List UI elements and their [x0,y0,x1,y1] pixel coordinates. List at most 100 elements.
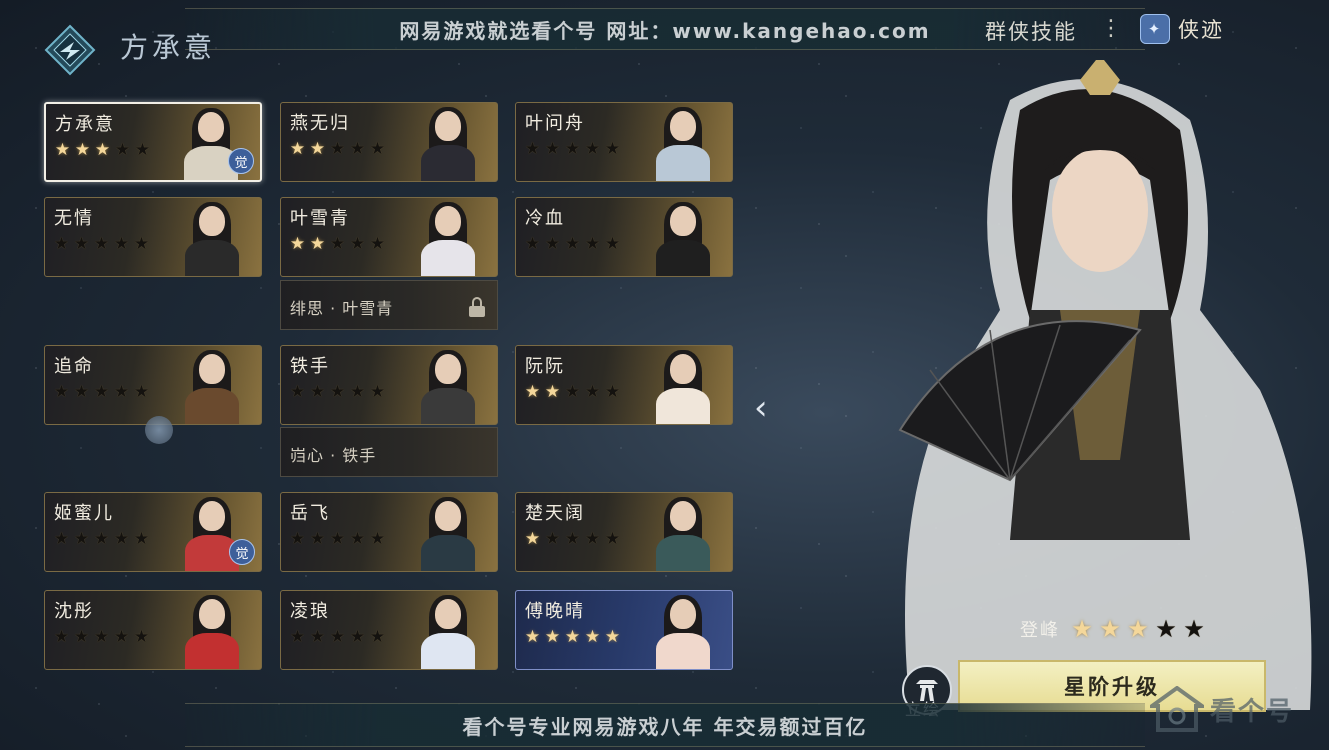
star-empty-icon: ★ [53,234,70,254]
star-empty-icon: ★ [604,529,621,549]
star-empty-icon: ★ [329,139,346,159]
portrait-head [435,501,461,531]
star-filled-icon: ★ [309,234,326,254]
hero-card[interactable]: 无情 ★ ★ ★ ★ ★ [44,197,262,277]
portrait-head [670,599,696,629]
star-empty-icon: ★ [309,529,326,549]
portrait-head [435,599,461,629]
hero-card-portrait [652,350,714,424]
star-empty-icon: ★ [369,382,386,402]
hero-card-portrait [652,497,714,571]
bottom-banner: 看个号专业网易游戏八年 年交易额过百亿 [185,703,1145,747]
hero-card[interactable]: 方承意 ★ ★ ★ ★ ★ 觉 [44,102,262,182]
star-empty-icon: ★ [604,234,621,254]
star-empty-icon: ★ [133,234,150,254]
hero-card[interactable]: 铁手 ★ ★ ★ ★ ★ [280,345,498,425]
portrait-head [670,354,696,384]
hero-card[interactable]: 叶雪青 ★ ★ ★ ★ ★ [280,197,498,277]
hero-card-portrait [181,350,243,424]
game-logo-icon[interactable] [44,24,96,76]
star-empty-icon: ★ [349,234,366,254]
collapse-panel-icon[interactable]: ‹ [754,388,780,428]
skin-card[interactable]: 绯思 · 叶雪青 [280,280,498,330]
star-empty-icon: ★ [53,382,70,402]
star-empty-icon: ★ [309,627,326,647]
star-empty-icon: ★ [564,234,581,254]
rank-label: 登峰 [1020,620,1060,641]
star-empty-icon: ★ [584,139,601,159]
portrait-head [198,112,224,142]
page-title: 方承意 [120,31,217,64]
hero-card-stars: ★ ★ ★ ★ ★ [524,629,621,646]
star-empty-icon: ★ [133,382,150,402]
hero-card[interactable]: 阮阮 ★ ★ ★ ★ ★ [515,345,733,425]
portrait-head [199,599,225,629]
medal-icon [145,416,173,444]
star-empty-icon: ★ [564,382,581,402]
hero-card[interactable]: 冷血 ★ ★ ★ ★ ★ [515,197,733,277]
hero-card[interactable]: 姬蜜儿 ★ ★ ★ ★ ★ 觉 [44,492,262,572]
star-empty-icon: ★ [1183,615,1205,643]
star-filled-icon: ★ [1099,615,1121,643]
star-filled-icon: ★ [524,529,541,549]
star-filled-icon: ★ [564,627,581,647]
hero-card[interactable]: 追命 ★ ★ ★ ★ ★ [44,345,262,425]
star-empty-icon: ★ [309,382,326,402]
portrait-body [185,633,239,669]
star-empty-icon: ★ [349,139,366,159]
more-menu-icon[interactable]: ⋮ [1100,16,1122,41]
hero-card-stars: ★ ★ ★ ★ ★ [524,384,621,401]
star-empty-icon: ★ [73,234,90,254]
hero-card-portrait [181,595,243,669]
portrait-head [199,501,225,531]
star-empty-icon: ★ [73,529,90,549]
portrait-head [199,354,225,384]
star-filled-icon: ★ [74,140,91,160]
star-empty-icon: ★ [133,529,150,549]
star-empty-icon: ★ [564,529,581,549]
portrait-body [421,240,475,276]
hero-card[interactable]: 岳飞 ★ ★ ★ ★ ★ [280,492,498,572]
star-filled-icon: ★ [309,139,326,159]
deeds-icon: ✦ [1140,14,1170,44]
star-empty-icon: ★ [113,382,130,402]
hero-card-name: 岳飞 [290,503,330,524]
hero-card-portrait [417,595,479,669]
portrait-body [421,388,475,424]
star-empty-icon: ★ [113,234,130,254]
hero-card[interactable]: 楚天阔 ★ ★ ★ ★ ★ [515,492,733,572]
star-empty-icon: ★ [369,627,386,647]
hero-card[interactable]: 叶问舟 ★ ★ ★ ★ ★ [515,102,733,182]
hero-skills-button[interactable]: 群侠技能 [985,16,1077,46]
hero-card-name: 方承意 [55,114,115,135]
star-empty-icon: ★ [524,234,541,254]
deeds-button[interactable]: ✦ 侠迹 [1140,14,1224,44]
star-filled-icon: ★ [544,382,561,402]
star-empty-icon: ★ [289,382,306,402]
star-empty-icon: ★ [604,139,621,159]
star-empty-icon: ★ [289,529,306,549]
star-filled-icon: ★ [524,382,541,402]
skin-name: 岿心 · 铁手 [290,446,377,465]
star-filled-icon: ★ [524,627,541,647]
star-empty-icon: ★ [329,234,346,254]
hero-card-stars: ★ ★ ★ ★ ★ [289,629,386,646]
star-empty-icon: ★ [564,139,581,159]
hero-card-stars: ★ ★ ★ ★ ★ [524,531,621,548]
star-empty-icon: ★ [544,139,561,159]
star-empty-icon: ★ [289,627,306,647]
star-filled-icon: ★ [289,234,306,254]
hero-card[interactable]: 沈彤 ★ ★ ★ ★ ★ [44,590,262,670]
hero-card-stars: ★ ★ ★ ★ ★ [524,141,621,158]
skin-card[interactable]: 岿心 · 铁手 [280,427,498,477]
hero-card-portrait [652,595,714,669]
hero-card[interactable]: 燕无归 ★ ★ ★ ★ ★ [280,102,498,182]
hero-card-stars: ★ ★ ★ ★ ★ [53,384,150,401]
star-empty-icon: ★ [369,234,386,254]
bottom-banner-text: 看个号专业网易游戏八年 年交易额过百亿 [462,714,868,739]
hero-card[interactable]: 凌琅 ★ ★ ★ ★ ★ [280,590,498,670]
star-empty-icon: ★ [53,627,70,647]
hero-card-name: 姬蜜儿 [54,503,114,524]
deeds-label: 侠迹 [1178,18,1224,42]
hero-card[interactable]: 傅晚晴 ★ ★ ★ ★ ★ [515,590,733,670]
